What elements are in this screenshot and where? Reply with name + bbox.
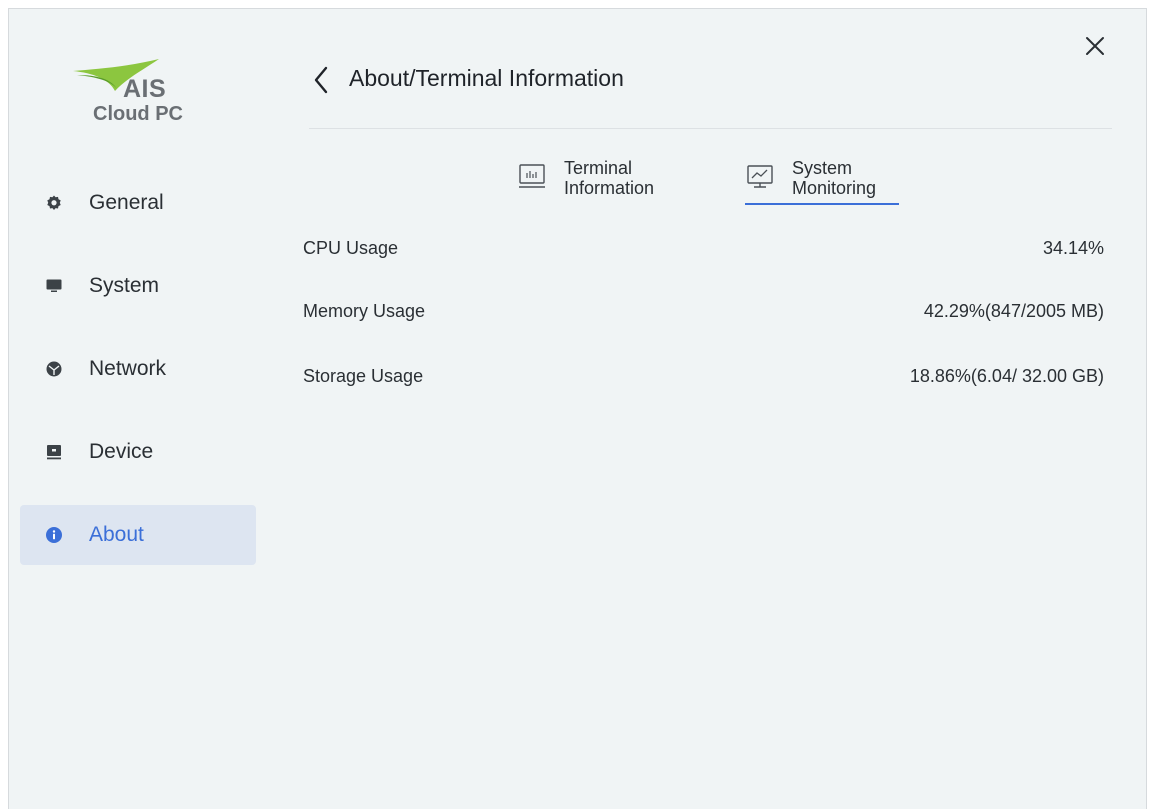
- info-icon: [46, 527, 62, 543]
- metric-row-memory: Memory Usage 42.29%(847/2005 MB): [303, 301, 1104, 331]
- metric-value: 42.29%(847/2005 MB): [923, 301, 1104, 321]
- metric-label: Memory Usage: [303, 301, 426, 321]
- metric-row-cpu: CPU Usage 34.14%: [303, 238, 1104, 268]
- monitor-chart-icon: [745, 162, 775, 192]
- sidebar-item-label: System: [89, 274, 160, 297]
- metric-value: 18.86%(6.04/ 32.00 GB): [909, 366, 1104, 386]
- tab-label-line2: Information: [564, 178, 655, 198]
- sidebar-item-label: Network: [89, 357, 167, 380]
- sidebar-item-about[interactable]: About: [20, 505, 256, 565]
- metric-label: Storage Usage: [303, 366, 424, 386]
- metric-row-storage: Storage Usage 18.86%(6.04/ 32.00 GB): [303, 366, 1104, 396]
- sidebar-item-label: General: [89, 191, 164, 214]
- close-icon: [1086, 37, 1104, 55]
- chart-icon: [517, 162, 547, 192]
- active-tab-indicator: [745, 203, 899, 205]
- tab-label-line2: Monitoring: [792, 178, 877, 198]
- sidebar-item-system[interactable]: System: [20, 256, 256, 316]
- tab-terminal-information[interactable]: Terminal Information: [517, 158, 654, 198]
- sidebar-item-label: Device: [89, 440, 154, 463]
- monitor-icon: [46, 278, 62, 294]
- tab-system-monitoring[interactable]: System Monitoring: [745, 158, 876, 198]
- page-title: About/Terminal Information: [349, 65, 624, 91]
- logo-product-text: Cloud PC: [93, 103, 183, 125]
- gear-icon: [46, 195, 62, 211]
- sidebar-item-network[interactable]: Network: [20, 339, 256, 399]
- device-icon: [46, 444, 62, 460]
- network-icon: [46, 361, 62, 377]
- back-button[interactable]: [309, 63, 333, 97]
- sidebar-item-general[interactable]: General: [20, 173, 256, 233]
- metric-value: 34.14%: [1042, 238, 1104, 258]
- sidebar-item-label: About: [89, 523, 144, 546]
- tab-label-line1: Terminal: [564, 158, 633, 178]
- logo-brand-text: AIS: [123, 75, 167, 103]
- app-logo: AIS Cloud PC: [71, 57, 191, 131]
- close-button[interactable]: [1084, 35, 1106, 57]
- tab-label-line1: System: [792, 158, 853, 178]
- sidebar-nav: General System Network Device About: [20, 173, 256, 588]
- chevron-left-icon: [314, 66, 328, 94]
- sidebar-item-device[interactable]: Device: [20, 422, 256, 482]
- metric-label: CPU Usage: [303, 238, 399, 258]
- settings-window: AIS Cloud PC General System Network Devi…: [8, 8, 1147, 809]
- page-header: About/Terminal Information: [309, 57, 1112, 129]
